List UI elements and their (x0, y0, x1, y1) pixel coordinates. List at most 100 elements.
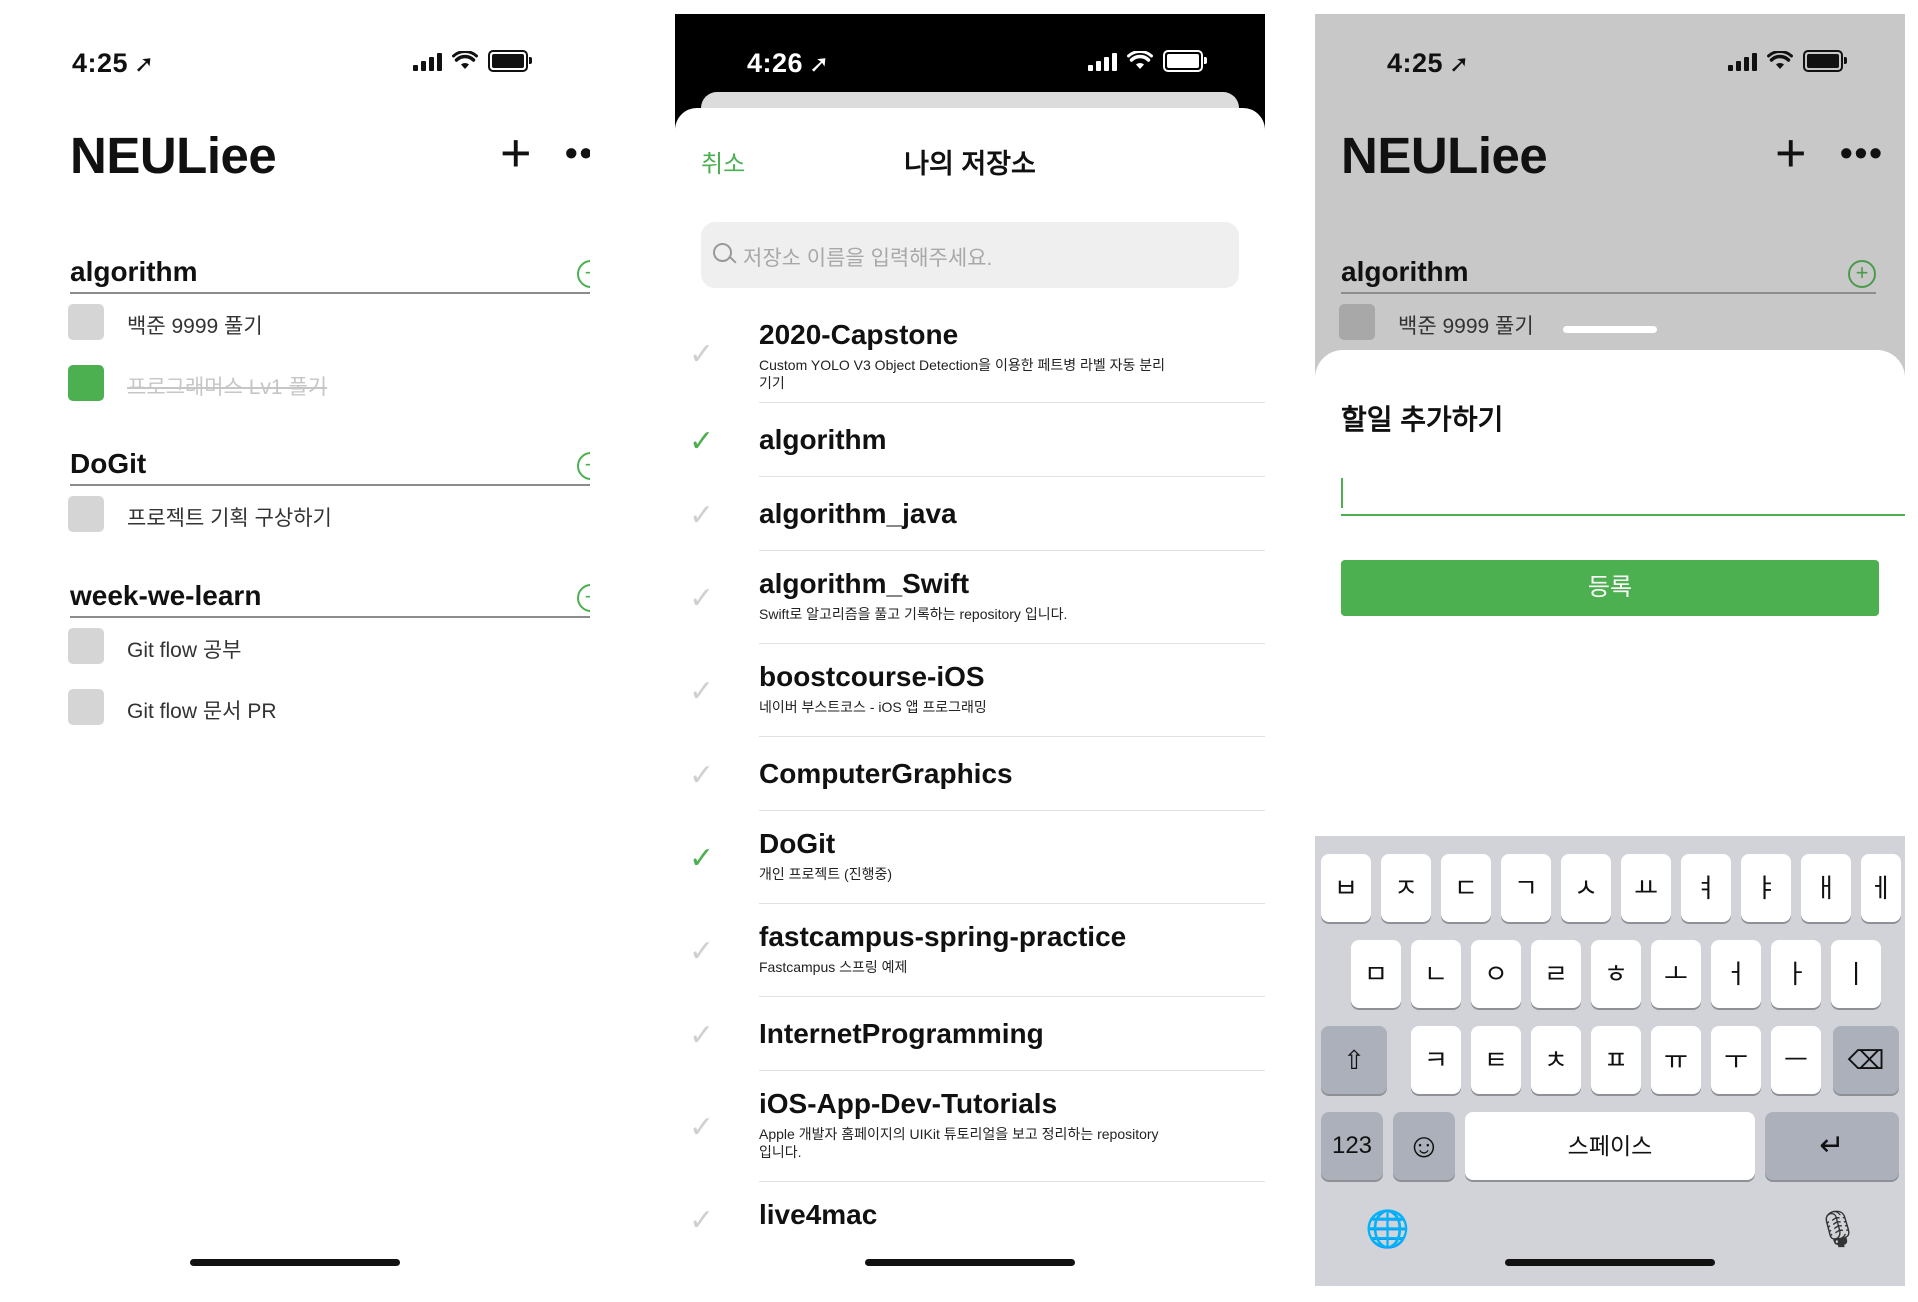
key[interactable]: ㅌ (1471, 1026, 1521, 1094)
status-time: 4:25 ➚ (1387, 48, 1470, 78)
key[interactable]: ㅏ (1771, 940, 1821, 1008)
repository-row[interactable]: ✓ iOS-App-Dev-Tutorials Apple 개발자 홈페이지의 … (689, 1071, 1265, 1182)
todo-checkbox[interactable] (68, 496, 104, 532)
todo-text: 프로그래머스 Lv1 풀기 (127, 376, 328, 399)
todo-checkbox[interactable] (1339, 304, 1375, 340)
checkmark-icon: ✓ (689, 842, 715, 875)
key[interactable]: ㅡ (1771, 1026, 1821, 1094)
repository-name: algorithm (759, 424, 887, 455)
repository-name: fastcampus-spring-practice (759, 921, 1127, 952)
key[interactable]: ㅕ (1681, 854, 1731, 922)
battery-icon (1163, 50, 1207, 72)
key[interactable]: ㅓ (1711, 940, 1761, 1008)
checkmark-icon: ✓ (689, 1203, 715, 1237)
key[interactable]: ㅣ (1831, 940, 1881, 1008)
key[interactable]: ㄹ (1531, 940, 1581, 1008)
globe-icon[interactable]: 🌐 (1365, 1208, 1410, 1250)
key[interactable]: ㅊ (1531, 1026, 1581, 1094)
key[interactable]: ㅛ (1621, 854, 1671, 922)
text-caret (1341, 478, 1343, 508)
emoji-key[interactable]: ☺ (1393, 1112, 1455, 1180)
battery-icon (1803, 50, 1847, 72)
repository-row[interactable]: ✓ fastcampus-spring-practice Fastcampus … (689, 904, 1265, 997)
key[interactable]: ㅑ (1741, 854, 1791, 922)
repository-list: ✓ 2020-Capstone Custom YOLO V3 Object De… (675, 304, 1265, 1255)
section-algorithm: algorithm + 백준 9999 풀기 프로그래머스 Lv1 풀기 (68, 250, 590, 416)
modal-title: 할일 추가하기 (1341, 404, 1504, 435)
section-dogit: DoGit + 프로젝트 기획 구상하기 (68, 442, 590, 547)
checkmark-icon: ✓ (689, 338, 715, 371)
add-todo-icon[interactable]: + (1848, 260, 1876, 288)
key[interactable]: ㅇ (1471, 940, 1521, 1008)
shift-key[interactable]: ⇧ (1321, 1026, 1387, 1094)
add-todo-icon[interactable]: + (577, 584, 590, 612)
add-section-button[interactable]: + (500, 126, 532, 180)
key[interactable]: ㅜ (1711, 1026, 1761, 1094)
key[interactable]: ㅗ (1651, 940, 1701, 1008)
repository-row[interactable]: ✓ boostcourse-iOS 네이버 부스트코스 - iOS 앱 프로그래… (689, 644, 1265, 737)
status-time: 4:25 ➚ (72, 48, 155, 78)
checkmark-icon: ✓ (689, 424, 715, 458)
submit-button[interactable]: 등록 (1341, 560, 1879, 616)
key[interactable]: ㅔ (1861, 854, 1901, 922)
delete-key[interactable]: ⌫ (1833, 1026, 1899, 1094)
todo-input-field[interactable] (1341, 472, 1905, 516)
todo-list-screen: 4:25➚ NEULiee + ••• algorithm + 백준 9999 … (0, 14, 590, 1286)
repository-row[interactable]: ✓ algorithm_java (689, 477, 1265, 551)
cellular-signal-icon (413, 51, 442, 71)
key[interactable]: ㄷ (1441, 854, 1491, 922)
key[interactable]: ㅈ (1381, 854, 1431, 922)
key[interactable]: ㅎ (1591, 940, 1641, 1008)
korean-keyboard: ㅂ ㅈ ㄷ ㄱ ㅅ ㅛ ㅕ ㅑ ㅐ ㅔ ㅁ ㄴ ㅇ ㄹ ㅎ ㅗ ㅓ ㅏ ㅣ ⇧ … (1315, 836, 1905, 1286)
add-todo-sheet: 할일 추가하기 등록 (1315, 350, 1905, 870)
repository-name: ComputerGraphics (759, 758, 1013, 789)
repository-row[interactable]: ✓ DoGit 개인 프로젝트 (진행중) (689, 811, 1265, 904)
repository-row[interactable]: ✓ InternetProgramming (689, 997, 1265, 1071)
key[interactable]: ㅁ (1351, 940, 1401, 1008)
key[interactable]: ㅍ (1591, 1026, 1641, 1094)
todo-text: 백준 9999 풀기 (1398, 315, 1534, 338)
page-title: NEULiee (70, 127, 277, 184)
microphone-icon[interactable]: 🎙 (1815, 1208, 1861, 1250)
key[interactable]: ㅠ (1651, 1026, 1701, 1094)
repository-row[interactable]: ✓ ComputerGraphics (689, 737, 1265, 811)
wifi-icon (452, 51, 478, 69)
add-todo-icon[interactable]: + (577, 452, 590, 480)
numbers-key[interactable]: 123 (1321, 1112, 1383, 1180)
checkmark-icon: ✓ (689, 582, 715, 615)
return-key[interactable]: ↵ (1765, 1112, 1899, 1180)
cellular-signal-icon (1088, 51, 1117, 71)
key[interactable]: ㅅ (1561, 854, 1611, 922)
repository-row[interactable]: ✓ algorithm_Swift Swift로 알고리즘을 풀고 기록하는 r… (689, 551, 1265, 644)
key[interactable]: ㅐ (1801, 854, 1851, 922)
section-algorithm: algorithm + 백준 9999 풀기 (1339, 250, 1876, 355)
checkmark-icon: ✓ (689, 675, 715, 708)
checkmark-icon: ✓ (689, 498, 715, 532)
repository-row[interactable]: ✓ 2020-Capstone Custom YOLO V3 Object De… (689, 304, 1265, 403)
key[interactable]: ㄴ (1411, 940, 1461, 1008)
todo-checkbox[interactable] (68, 304, 104, 340)
key[interactable]: ㅋ (1411, 1026, 1461, 1094)
todo-checkbox[interactable] (68, 689, 104, 725)
repository-row[interactable]: ✓ live4mac (689, 1182, 1265, 1255)
more-menu-button[interactable]: ••• (1840, 132, 1884, 174)
checkmark-icon: ✓ (689, 758, 715, 792)
todo-checkbox[interactable] (68, 628, 104, 664)
add-section-button[interactable]: + (1775, 126, 1807, 180)
repository-description: Apple 개발자 홈페이지의 UIKit 튜토리얼을 보고 정리하는 repo… (759, 1126, 1159, 1160)
location-arrow-icon: ➚ (1449, 51, 1470, 78)
status-bar: 4:25 ➚ (0, 14, 590, 104)
section-title: algorithm (1341, 256, 1469, 287)
repository-description: 네이버 부스트코스 - iOS 앱 프로그래밍 (759, 699, 987, 715)
more-menu-button[interactable]: ••• (565, 132, 590, 174)
repository-row[interactable]: ✓ algorithm (689, 403, 1265, 477)
add-todo-icon[interactable]: + (577, 260, 590, 288)
key[interactable]: ㄱ (1501, 854, 1551, 922)
key[interactable]: ㅂ (1321, 854, 1371, 922)
search-field[interactable]: 저장소 이름을 입력해주세요. (701, 222, 1239, 288)
todo-text: 프로젝트 기획 구상하기 (127, 507, 332, 530)
sheet-grabber[interactable] (1563, 326, 1657, 333)
space-key[interactable]: 스페이스 (1465, 1112, 1755, 1180)
todo-checkbox[interactable] (68, 365, 104, 401)
cellular-signal-icon (1728, 51, 1757, 71)
